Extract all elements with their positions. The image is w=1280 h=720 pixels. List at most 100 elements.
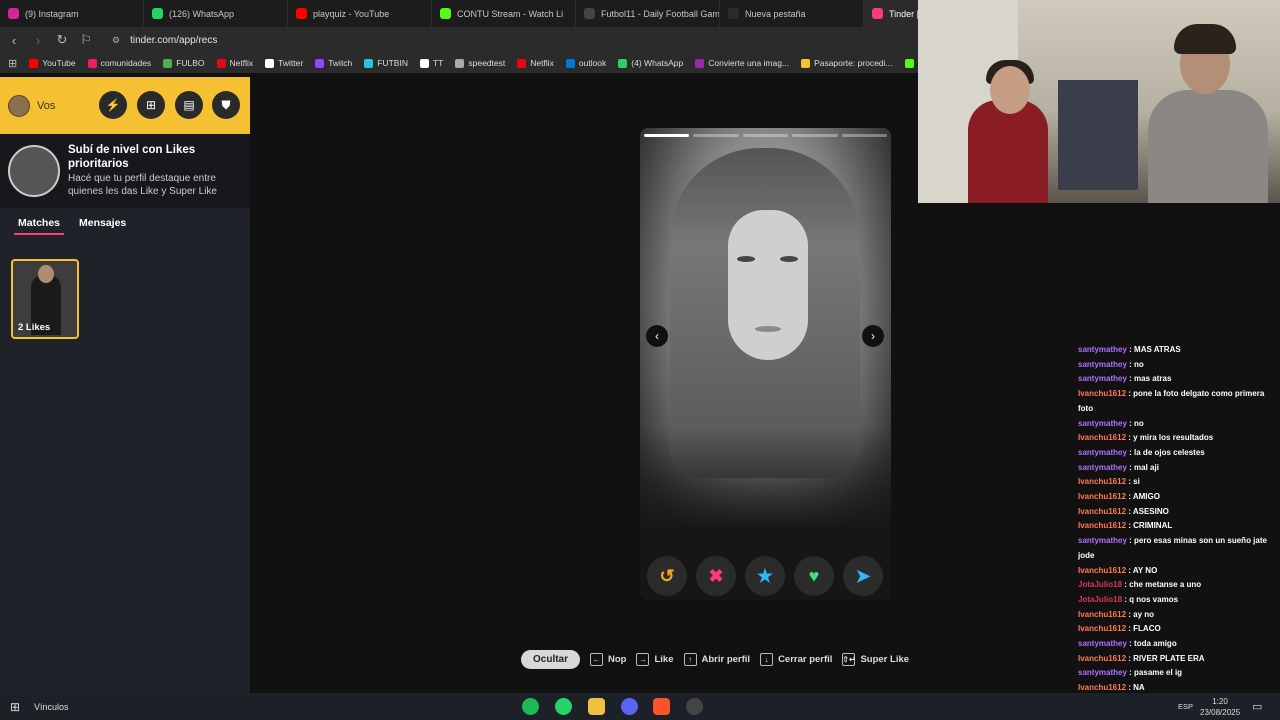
bookmark-item[interactable]: Twitch bbox=[315, 58, 352, 68]
bookmark-favicon-icon bbox=[364, 58, 374, 68]
bookmark-item[interactable]: FULBO bbox=[163, 58, 205, 68]
chat-username[interactable]: santymathey bbox=[1078, 448, 1127, 457]
kick-icon bbox=[440, 8, 451, 19]
user-name[interactable]: Vos bbox=[37, 100, 55, 112]
chat-username[interactable]: Ivanchu1612 bbox=[1078, 521, 1126, 530]
spotify-icon[interactable] bbox=[522, 698, 539, 715]
chat-username[interactable]: santymathey bbox=[1078, 345, 1127, 354]
chat-username[interactable]: Ivanchu1612 bbox=[1078, 433, 1126, 442]
chat-text: MAS ATRAS bbox=[1134, 345, 1181, 354]
chat-username[interactable]: santymathey bbox=[1078, 360, 1127, 369]
chat-username[interactable]: santymathey bbox=[1078, 419, 1127, 428]
bookmark-label: comunidades bbox=[100, 58, 152, 68]
brave-icon[interactable] bbox=[653, 698, 670, 715]
boost-button[interactable]: ➤ bbox=[843, 556, 883, 596]
browser-tab[interactable]: Futbol11 - Daily Football Game bbox=[576, 0, 720, 27]
chat-username[interactable]: santymathey bbox=[1078, 463, 1127, 472]
browser-tab[interactable]: (9) Instagram bbox=[0, 0, 144, 27]
next-photo-arrow-icon[interactable]: › bbox=[862, 325, 884, 347]
chat-username[interactable]: Ivanchu1612 bbox=[1078, 654, 1126, 663]
url-text: tinder.com/app/recs bbox=[130, 34, 218, 46]
obs-icon[interactable] bbox=[686, 698, 703, 715]
chat-text: che metanse a uno bbox=[1129, 580, 1202, 590]
chat-username[interactable]: Ivanchu1612 bbox=[1078, 477, 1126, 486]
bookmark-item[interactable]: speedtest bbox=[455, 58, 505, 68]
chat-username[interactable]: Ivanchu1612 bbox=[1078, 566, 1126, 575]
whatsapp-icon[interactable] bbox=[555, 698, 572, 715]
system-clock[interactable]: 1:20 23/08/2025 bbox=[1200, 696, 1240, 718]
explore-icon[interactable]: ⊞ bbox=[137, 91, 165, 119]
chat-username[interactable]: JotaJulio18 bbox=[1078, 595, 1122, 604]
bookmark-icon[interactable]: ⚐ bbox=[80, 32, 92, 48]
bookmark-item[interactable]: Twitter bbox=[265, 58, 303, 68]
discord-icon[interactable] bbox=[621, 698, 638, 715]
chat-username[interactable]: santymathey bbox=[1078, 536, 1127, 545]
photo-progress-segment[interactable] bbox=[792, 134, 838, 137]
chat-username[interactable]: JotaJulio18 bbox=[1078, 580, 1122, 589]
bookmark-item[interactable]: Convierte una imag... bbox=[695, 58, 789, 68]
windows-start-icon[interactable]: ⊞ bbox=[10, 700, 20, 714]
shortcut-label: Abrir perfil bbox=[701, 654, 751, 665]
chat-username[interactable]: santymathey bbox=[1078, 639, 1127, 648]
chat-message: Ivanchu1612 : CRIMINAL bbox=[1078, 519, 1274, 534]
chat-username[interactable]: santymathey bbox=[1078, 668, 1127, 677]
photo-progress-segment[interactable] bbox=[693, 134, 739, 137]
like-button[interactable]: ♥ bbox=[794, 556, 834, 596]
notifications-icon[interactable]: ▭ bbox=[1252, 700, 1262, 713]
briefcase-icon[interactable]: ▤ bbox=[175, 91, 203, 119]
bookmark-item[interactable]: YouTube bbox=[29, 58, 76, 68]
back-icon[interactable]: ‹ bbox=[8, 33, 20, 48]
previous-photo-arrow-icon[interactable]: ‹ bbox=[646, 325, 668, 347]
tab-matches[interactable]: Matches bbox=[13, 217, 65, 235]
rewind-button[interactable]: ↺ bbox=[647, 556, 687, 596]
shield-icon[interactable]: ⛊ bbox=[212, 91, 240, 119]
chat-username[interactable]: Ivanchu1612 bbox=[1078, 610, 1126, 619]
profile-card[interactable]: ‹ › bbox=[640, 128, 891, 600]
shortcut-item: ↑ Abrir perfil bbox=[683, 653, 751, 666]
chat-username[interactable]: Ivanchu1612 bbox=[1078, 507, 1126, 516]
chat-username[interactable]: santymathey bbox=[1078, 374, 1127, 383]
chat-message: santymathey : pasame el ig bbox=[1078, 666, 1274, 681]
url-field[interactable]: ⚙ tinder.com/app/recs bbox=[112, 35, 217, 46]
bookmark-item[interactable]: TT bbox=[419, 58, 443, 68]
bookmark-item[interactable]: outlook bbox=[565, 58, 606, 68]
photo-progress-segment[interactable] bbox=[742, 134, 789, 137]
browser-tab[interactable]: Nueva pestaña bbox=[720, 0, 864, 27]
chat-text: ay no bbox=[1133, 609, 1155, 619]
bookmark-item[interactable]: Pasaporte: procedi... bbox=[801, 58, 893, 68]
chat-username[interactable]: Ivanchu1612 bbox=[1078, 683, 1126, 692]
browser-tab[interactable]: playquiz - YouTube bbox=[288, 0, 432, 27]
photo-progress-segment[interactable] bbox=[644, 134, 690, 137]
photo-progress-segment[interactable] bbox=[841, 134, 887, 137]
bookmark-item[interactable]: Netflix bbox=[517, 58, 554, 68]
avatar[interactable] bbox=[8, 95, 30, 117]
bookmark-item[interactable]: (4) WhatsApp bbox=[618, 58, 683, 68]
browser-tab[interactable]: CONTU Stream - Watch Li bbox=[432, 0, 576, 27]
chat-username[interactable]: Ivanchu1612 bbox=[1078, 624, 1126, 633]
bookmark-item[interactable]: comunidades bbox=[87, 58, 152, 68]
bookmark-favicon-icon bbox=[315, 58, 325, 68]
bookmark-item[interactable]: Netflix bbox=[216, 58, 253, 68]
chat-username[interactable]: Ivanchu1612 bbox=[1078, 389, 1126, 398]
chat-text: AMIGO bbox=[1132, 492, 1160, 502]
nope-button[interactable]: ✖ bbox=[696, 556, 736, 596]
forward-icon[interactable]: › bbox=[32, 33, 44, 48]
reload-icon[interactable]: ↻ bbox=[56, 32, 68, 48]
file-explorer-icon[interactable] bbox=[588, 698, 605, 715]
language-indicator[interactable]: ESP bbox=[1178, 702, 1193, 711]
shortcut-key-icon: ⇧↵ bbox=[842, 653, 856, 666]
shortcut-label: Cerrar perfil bbox=[778, 654, 833, 665]
tab-messages[interactable]: Mensajes bbox=[79, 217, 126, 229]
browser-tab[interactable]: (126) WhatsApp bbox=[144, 0, 288, 27]
likes-card[interactable]: 2 Likes bbox=[11, 259, 79, 339]
promo-image bbox=[8, 145, 60, 197]
chat-username[interactable]: Ivanchu1612 bbox=[1078, 492, 1126, 501]
bookmark-item[interactable]: FUTBIN bbox=[364, 58, 408, 68]
taskbar-links-label[interactable]: Vínculos bbox=[34, 702, 69, 712]
apps-grid-icon[interactable]: ⊞ bbox=[8, 57, 17, 70]
super-like-button[interactable]: ★ bbox=[745, 556, 785, 596]
hide-shortcuts-button[interactable]: Ocultar bbox=[521, 650, 581, 669]
boost-icon[interactable]: ⚡ bbox=[99, 91, 127, 119]
site-settings-icon[interactable]: ⚙ bbox=[112, 35, 120, 46]
whatsapp-icon bbox=[152, 8, 163, 19]
